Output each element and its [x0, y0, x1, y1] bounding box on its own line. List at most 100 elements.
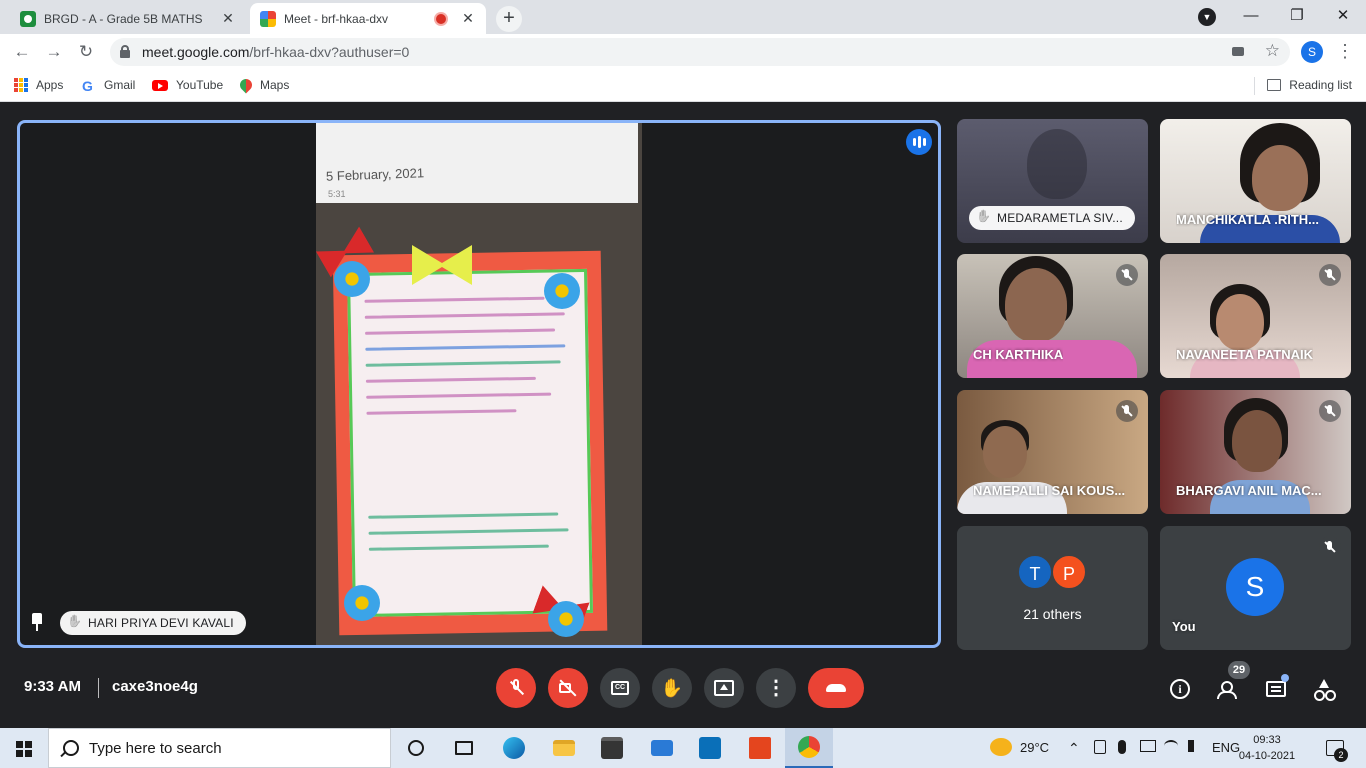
- taskbar-mail[interactable]: [638, 728, 686, 768]
- self-tile[interactable]: S You: [1160, 526, 1351, 650]
- address-bar[interactable]: meet.google.com/brf-hkaa-dxv?authuser=0 …: [110, 38, 1290, 66]
- participant-face: [1252, 145, 1308, 211]
- hand-icon: ✋: [660, 677, 684, 699]
- meeting-code: caxe3noe4g: [112, 678, 198, 695]
- chat-icon: [1266, 681, 1286, 697]
- taskbar-edge[interactable]: [490, 728, 538, 768]
- meet-icon: [260, 10, 276, 27]
- camera-tray-icon[interactable]: [1094, 740, 1106, 754]
- participant-tile[interactable]: CH KARTHIKA: [957, 254, 1148, 378]
- taskbar-file-explorer[interactable]: [540, 728, 588, 768]
- mic-off-icon: [1319, 536, 1341, 558]
- pin-icon[interactable]: [30, 613, 44, 631]
- bookmark-apps[interactable]: Apps: [14, 78, 63, 92]
- tab-title: BRGD - A - Grade 5B MATHS: [44, 11, 203, 26]
- cortana-button[interactable]: [392, 728, 440, 768]
- tab-classroom[interactable]: BRGD - A - Grade 5B MATHS ✕: [10, 3, 246, 34]
- tab-strip: BRGD - A - Grade 5B MATHS ✕ Meet - brf-h…: [0, 0, 1366, 34]
- bookmark-youtube[interactable]: YouTube: [152, 78, 223, 92]
- microphone-tray-icon[interactable]: [1118, 740, 1126, 754]
- paper-sub: 5:31: [328, 189, 346, 199]
- new-tab-button[interactable]: +: [496, 6, 522, 32]
- tab-meet[interactable]: Meet - brf-hkaa-dxv ✕: [250, 3, 486, 34]
- task-view-button[interactable]: [440, 728, 488, 768]
- present-button[interactable]: [704, 668, 744, 708]
- bookmark-label: Gmail: [104, 78, 136, 92]
- speaking-indicator-icon: [906, 129, 932, 155]
- lock-icon[interactable]: [120, 45, 130, 58]
- participant-video: [1027, 129, 1087, 199]
- taskbar-store[interactable]: [588, 728, 636, 768]
- camera-in-use-icon[interactable]: [1232, 47, 1244, 56]
- bookmark-label: YouTube: [176, 78, 224, 92]
- volume-icon[interactable]: [1188, 740, 1202, 752]
- bookmark-star-icon[interactable]: ☆: [1265, 41, 1280, 61]
- participant-tile[interactable]: NAVANEETA PATNAIK: [1160, 254, 1351, 378]
- participant-tile[interactable]: MEDARAMETLA SIV...: [957, 119, 1148, 243]
- mic-off-icon: [1116, 264, 1138, 286]
- tray-chevron-icon[interactable]: ⌃: [1068, 740, 1080, 757]
- shared-camera-feed: 5 February, 2021 5:31: [316, 123, 642, 645]
- others-count: 21 others: [1023, 606, 1082, 622]
- url-host: meet.google.com: [142, 44, 250, 60]
- reading-list-button[interactable]: Reading list: [1267, 78, 1352, 92]
- participant-name: BHARGAVI ANIL MAC...: [1176, 483, 1322, 498]
- close-window-button[interactable]: ✕: [1320, 4, 1366, 28]
- chrome-menu-icon[interactable]: ⋮: [1336, 41, 1354, 61]
- flower-decoration: [344, 585, 380, 621]
- reload-button[interactable]: ↻: [74, 40, 98, 64]
- back-button[interactable]: ←: [10, 40, 34, 64]
- minimize-button[interactable]: —: [1228, 4, 1274, 28]
- leave-call-button[interactable]: [808, 668, 864, 708]
- bookmark-maps[interactable]: Maps: [237, 76, 289, 94]
- participant-name: NAVANEETA PATNAIK: [1176, 347, 1313, 362]
- url-text[interactable]: meet.google.com/brf-hkaa-dxv?authuser=0: [142, 44, 409, 60]
- meeting-time: 9:33 AM: [24, 678, 81, 695]
- main-video-tile[interactable]: 5 February, 2021 5:31 ✋ HARI PRIYA DEVI …: [17, 120, 941, 648]
- wifi-icon[interactable]: [1164, 740, 1178, 752]
- more-options-button[interactable]: ⋮: [756, 668, 796, 708]
- participant-count-badge: 29: [1228, 661, 1250, 679]
- maximize-button[interactable]: ❐: [1274, 4, 1320, 28]
- participant-tile[interactable]: BHARGAVI ANIL MAC...: [1160, 390, 1351, 514]
- weather-icon: [990, 738, 1012, 756]
- toggle-mic-button[interactable]: [496, 668, 536, 708]
- people-button[interactable]: [1215, 676, 1241, 702]
- maps-icon: [237, 76, 255, 94]
- weather-temp[interactable]: 29°C: [1020, 740, 1049, 755]
- avatar: S: [1226, 558, 1284, 616]
- taskbar-dell[interactable]: [686, 728, 734, 768]
- meeting-details-button[interactable]: i: [1167, 676, 1193, 702]
- presenter-name-chip: HARI PRIYA DEVI KAVALI: [60, 611, 246, 635]
- bookmark-gmail[interactable]: G Gmail: [82, 78, 136, 94]
- raised-hand-icon: [68, 616, 80, 630]
- forward-button[interactable]: →: [42, 40, 66, 64]
- close-tab-icon[interactable]: ✕: [460, 10, 476, 27]
- card-line: [364, 296, 545, 303]
- tab-title: Meet - brf-hkaa-dxv: [284, 11, 389, 26]
- participant-tile[interactable]: NAMEPALLI SAI KOUS...: [957, 390, 1148, 514]
- taskbar-office[interactable]: [736, 728, 784, 768]
- close-tab-icon[interactable]: ✕: [220, 10, 236, 27]
- network-icon[interactable]: [1140, 740, 1156, 752]
- taskbar-chrome[interactable]: [785, 728, 833, 768]
- card-line: [365, 328, 556, 335]
- profile-avatar[interactable]: S: [1301, 41, 1323, 63]
- taskbar-clock[interactable]: 09:33 04-10-2021: [1236, 732, 1298, 764]
- toggle-camera-button[interactable]: [548, 668, 588, 708]
- paper-date: 5 February, 2021: [325, 165, 425, 184]
- store-icon: [601, 737, 623, 759]
- raise-hand-button[interactable]: ✋: [652, 668, 692, 708]
- captions-button[interactable]: CC: [600, 668, 640, 708]
- participant-tile[interactable]: MANCHIKATLA .RITH...: [1160, 119, 1351, 243]
- recording-icon: [436, 13, 446, 24]
- taskbar-search[interactable]: Type here to search: [48, 728, 391, 768]
- apps-grid-icon: [14, 78, 28, 92]
- dell-icon: [699, 737, 721, 759]
- activities-button[interactable]: [1311, 676, 1337, 702]
- card-line: [366, 409, 517, 415]
- windows-start-icon[interactable]: [16, 741, 32, 757]
- tab-search-icon[interactable]: ▼: [1198, 8, 1216, 26]
- others-tile[interactable]: T P 21 others: [957, 526, 1148, 650]
- paper-header: 5 February, 2021 5:31: [316, 123, 638, 203]
